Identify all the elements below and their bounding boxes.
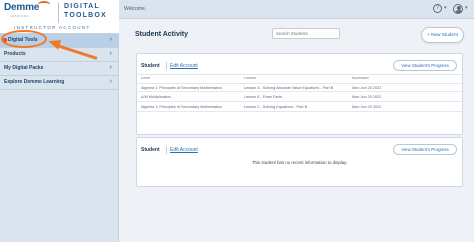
student-card: Student Edit Account View Student's Prog… xyxy=(136,137,463,187)
view-student-progress-button[interactable]: View Student's Progress xyxy=(393,60,457,71)
cell-level: Algebra 1: Principles of Secondary Mathe… xyxy=(141,86,222,90)
top-bar: Welcome, ? ▾ ▾ xyxy=(119,0,474,19)
sidebar-item-explore-demme-learning[interactable]: Explore Demme Learning › xyxy=(0,76,119,90)
chevron-right-icon: › xyxy=(109,50,112,57)
edit-account-link[interactable]: Edit Account xyxy=(170,63,198,69)
divider xyxy=(166,146,167,154)
sidebar-item-label: Explore Demme Learning xyxy=(4,79,65,85)
logo-swoosh-icon xyxy=(38,1,50,8)
sidebar-item-my-digital-packs[interactable]: My Digital Packs › xyxy=(0,62,119,76)
chevron-right-icon: › xyxy=(109,36,112,43)
chevron-down-icon[interactable]: ▾ xyxy=(465,5,468,11)
sidebar-item-label: My Digital Packs xyxy=(4,65,44,71)
demme-logo-subtitle: LEARNING xyxy=(10,14,30,18)
cell-accessed: Mon Jun 20 2022 xyxy=(352,86,382,90)
chevron-right-icon: › xyxy=(109,64,112,71)
cell-lesson: Lesson 6 - Fives Facts xyxy=(244,95,283,99)
brand-divider xyxy=(58,3,59,23)
empty-state-message: This student has no recent information t… xyxy=(251,160,348,165)
cell-accessed: Mon Jun 20 2022 xyxy=(352,105,382,109)
welcome-text: Welcome, xyxy=(124,6,147,12)
demme-logo: Demme xyxy=(4,2,40,13)
sidebar-item-products[interactable]: Products › xyxy=(0,48,119,62)
page-title: Student Activity xyxy=(135,31,189,38)
cell-lesson: Lesson 2 - Solving Equations - Part B xyxy=(244,105,308,109)
cell-level: A/M Multiplication xyxy=(141,95,171,99)
column-header-accessed: Accessed xyxy=(352,76,369,80)
student-name-label: Student xyxy=(141,147,160,153)
divider xyxy=(166,62,167,70)
chevron-down-icon[interactable]: ▾ xyxy=(444,5,447,11)
table-row[interactable]: Algebra 1: Principles of Secondary Mathe… xyxy=(137,83,462,92)
main-content: Student Activity + New Student Student E… xyxy=(119,19,474,242)
brand-header[interactable]: Demme LEARNING DIGITAL TOOLBOX INSTRUCTO… xyxy=(0,0,119,34)
digital-toolbox-line2: TOOLBOX xyxy=(64,12,107,19)
new-student-button[interactable]: + New Student xyxy=(421,27,464,43)
chevron-right-icon: › xyxy=(109,78,112,85)
column-header-level: Level xyxy=(141,76,151,80)
table-row[interactable]: Algebra 1: Principles of Secondary Mathe… xyxy=(137,103,462,112)
student-name-label: Student xyxy=(141,63,160,69)
user-body-shape xyxy=(455,10,462,13)
sidebar: Demme LEARNING DIGITAL TOOLBOX INSTRUCTO… xyxy=(0,0,119,242)
user-avatar-icon[interactable] xyxy=(453,4,463,14)
sidebar-item-label: Products xyxy=(4,51,26,57)
search-students-input[interactable] xyxy=(272,28,340,39)
cell-accessed: Mon Jun 20 2022 xyxy=(352,95,382,99)
view-student-progress-button[interactable]: View Student's Progress xyxy=(393,144,457,155)
table-divider xyxy=(137,74,462,75)
student-card: Student Edit Account View Student's Prog… xyxy=(136,53,463,135)
edit-account-link[interactable]: Edit Account xyxy=(170,147,198,153)
help-icon[interactable]: ? xyxy=(433,4,442,13)
column-header-lesson: Lesson xyxy=(244,76,257,80)
digital-toolbox-line1: DIGITAL xyxy=(64,3,100,10)
table-row[interactable]: A/M Multiplication Lesson 6 - Fives Fact… xyxy=(137,93,462,102)
cell-level: Algebra 1: Principles of Secondary Mathe… xyxy=(141,105,222,109)
highlight-oval-annotation xyxy=(1,30,47,48)
cell-lesson: Lesson 3 - Solving Absolute Value Equati… xyxy=(244,86,334,90)
